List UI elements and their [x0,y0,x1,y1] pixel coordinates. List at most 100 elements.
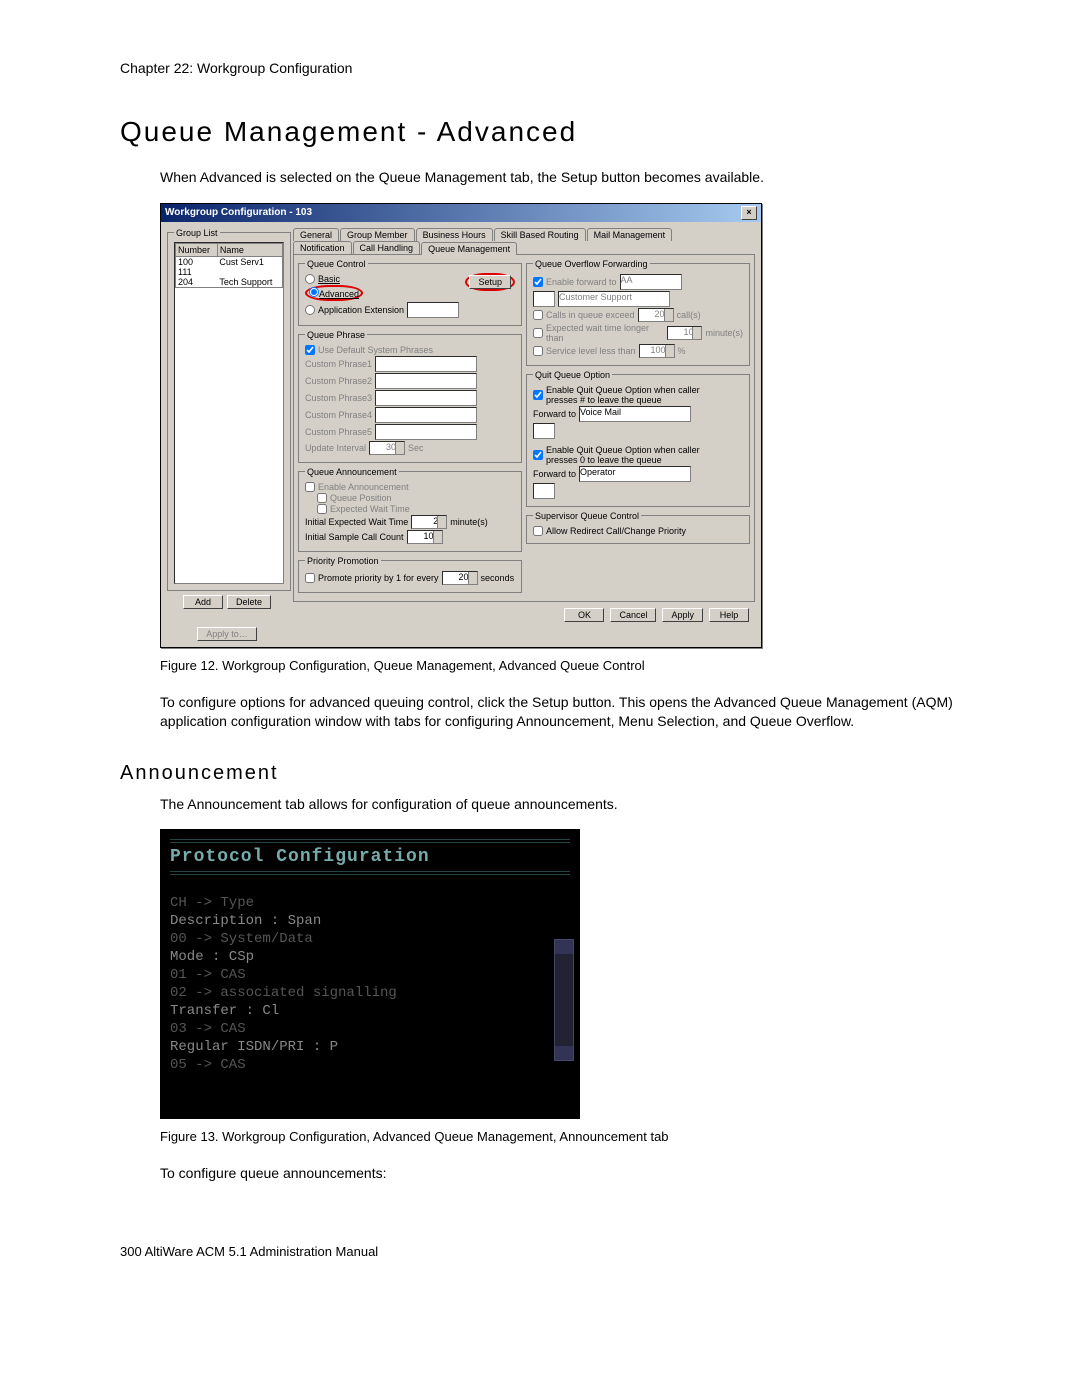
fig2-line: 02 -> associated signalling [170,985,570,1001]
phrase4-label: Custom Phrase4 [305,410,372,420]
overflow-legend: Queue Overflow Forwarding [533,259,650,269]
init-sample-spin[interactable]: 10 [407,530,443,544]
col-name: Name [217,243,282,256]
fwd1-num-combo[interactable] [533,423,555,439]
intro-paragraph: When Advanced is selected on the Queue M… [160,168,960,188]
overflow-target2-combo[interactable]: Customer Support [558,291,670,307]
enable-announcement-check[interactable] [305,482,315,492]
overflow-num-combo[interactable] [533,291,555,307]
ovf-svc-spin[interactable]: 100 [639,344,675,358]
tab-notification[interactable]: Notification [293,241,352,254]
ovf-wait-check[interactable] [533,328,543,338]
fig2-line: 05 -> CAS [170,1057,570,1073]
phrase5-combo[interactable] [375,424,477,440]
update-interval-label: Update Interval [305,443,366,453]
promote-spin[interactable]: 20 [442,571,478,585]
tab-queue-mgmt[interactable]: Queue Management [421,242,517,255]
overflow-enable-check[interactable] [533,277,543,287]
tabs-row-1: General Group Member Business Hours Skil… [293,228,755,241]
cancel-button[interactable]: Cancel [610,608,656,622]
tab-business-hours[interactable]: Business Hours [416,228,493,241]
phrase2-label: Custom Phrase2 [305,376,372,386]
phrase3-combo[interactable] [375,390,477,406]
tab-general[interactable]: General [293,228,339,241]
fig2-line: CH -> Type [170,895,570,911]
tab-mail-mgmt[interactable]: Mail Management [587,228,673,241]
queue-position-check[interactable] [317,493,327,503]
chapter-header: Chapter 22: Workgroup Configuration [120,60,960,76]
apply-to-button[interactable]: Apply to… [197,627,257,641]
overflow-target1-combo[interactable]: AA [620,274,682,290]
figure-12-caption: Figure 12. Workgroup Configuration, Queu… [160,658,960,673]
queue-announcement-fieldset: Queue Announcement Enable Announcement Q… [298,467,522,552]
help-button[interactable]: Help [709,608,749,622]
quit-queue-fieldset: Quit Queue Option Enable Quit Queue Opti… [526,370,750,507]
update-interval-spin[interactable]: 30 [369,441,405,455]
appext-combo[interactable] [407,302,459,318]
use-default-phrases-check[interactable] [305,345,315,355]
ok-button[interactable]: OK [564,608,604,622]
group-list[interactable]: Number Name 100Cust Serv1 111 204Tech Su… [174,242,284,584]
overflow-fieldset: Queue Overflow Forwarding Enable forward… [526,259,750,366]
fig2-header: Protocol Configuration [170,839,570,875]
fwd2-num-combo[interactable] [533,483,555,499]
quit-cb2-check[interactable] [533,450,543,460]
ovf-calls-spin[interactable]: 20 [638,308,674,322]
paragraph-3: The Announcement tab allows for configur… [160,795,960,815]
init-sample-label: Initial Sample Call Count [305,532,404,542]
init-wait-label: Initial Expected Wait Time [305,517,408,527]
quit-queue-legend: Quit Queue Option [533,370,612,380]
fig2-line: 01 -> CAS [170,967,570,983]
fig2-scrollbar [554,939,574,1061]
fig2-line: Regular ISDN/PRI : P [170,1039,570,1055]
init-wait-spin[interactable]: 2 [411,515,447,529]
fwd2-combo[interactable]: Operator [579,466,691,482]
phrase3-label: Custom Phrase3 [305,393,372,403]
figure-13-caption: Figure 13. Workgroup Configuration, Adva… [160,1129,960,1144]
announcement-heading: Announcement [120,762,960,785]
col-number: Number [176,243,218,256]
fig2-line: Description : Span [170,913,570,929]
table-row[interactable]: 111 [176,267,283,277]
expected-wait-check[interactable] [317,504,327,514]
delete-button[interactable]: Delete [227,595,271,609]
tabs-row-2: Notification Call Handling Queue Managem… [293,241,755,254]
phrase2-combo[interactable] [375,373,477,389]
promote-check[interactable] [305,573,315,583]
ovf-calls-check[interactable] [533,310,543,320]
dialog-title: Workgroup Configuration - 103 [165,207,312,218]
dialog-titlebar: Workgroup Configuration - 103 × [161,204,761,222]
fwd1-label: Forward to [533,409,576,419]
radio-app-ext[interactable] [305,305,315,315]
close-icon[interactable]: × [741,206,757,220]
figure-13-image: Protocol Configuration CH -> Type Descri… [160,829,580,1119]
add-button[interactable]: Add [183,595,223,609]
quit-enable-check[interactable] [533,390,543,400]
queue-control-fieldset: Queue Control Basic Advanced [298,259,522,326]
fig2-line: Mode : CSp [170,949,570,965]
radio-advanced[interactable] [309,287,319,297]
table-row[interactable]: 100Cust Serv1 [176,256,283,267]
fig2-line: 00 -> System/Data [170,931,570,947]
tab-skill-routing[interactable]: Skill Based Routing [494,228,586,241]
tab-call-handling[interactable]: Call Handling [353,241,421,254]
table-row[interactable]: 204Tech Support [176,277,283,288]
page-footer: 300 AltiWare ACM 5.1 Administration Manu… [120,1244,960,1259]
apply-button[interactable]: Apply [662,608,703,622]
fig2-line: Transfer : Cl [170,1003,570,1019]
ovf-svc-check[interactable] [533,346,543,356]
page-title: Queue Management - Advanced [120,116,960,148]
fwd1-combo[interactable]: Voice Mail [579,406,691,422]
phrase4-combo[interactable] [375,407,477,423]
tab-group-member[interactable]: Group Member [340,228,415,241]
paragraph-4: To configure queue announcements: [160,1164,960,1184]
radio-basic[interactable] [305,274,315,284]
phrase1-combo[interactable] [375,356,477,372]
priority-promotion-legend: Priority Promotion [305,556,381,566]
fwd2-label: Forward to [533,469,576,479]
paragraph-2: To configure options for advanced queuin… [160,693,960,732]
ovf-wait-spin[interactable]: 10 [667,326,702,340]
group-list-legend: Group List [174,228,220,238]
supervisor-allow-check[interactable] [533,526,543,536]
setup-button[interactable]: Setup [469,275,511,289]
